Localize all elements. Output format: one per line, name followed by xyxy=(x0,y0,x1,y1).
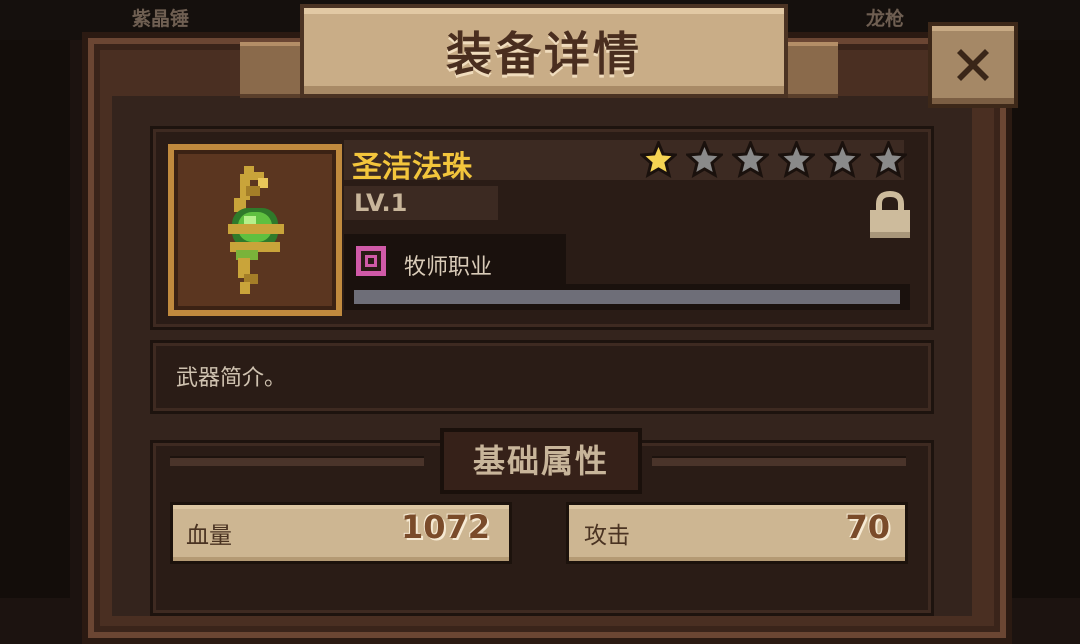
background-tab-right: 龙枪 xyxy=(866,8,905,30)
exp-bar-fill xyxy=(354,290,900,304)
background-tab-left: 紫晶锤 xyxy=(132,8,190,30)
stat-hp-value: 1072 xyxy=(400,508,490,546)
item-level: LV.1 xyxy=(354,189,408,217)
lock-icon[interactable] xyxy=(866,190,914,242)
attributes-title: 基础属性 xyxy=(472,442,609,480)
stat-attack-value: 70 xyxy=(845,508,890,546)
close-button[interactable] xyxy=(928,22,1018,108)
item-name: 圣洁法珠 xyxy=(352,150,472,185)
star-empty-icon xyxy=(686,141,723,178)
dialog-title: 装备详情 xyxy=(446,27,642,81)
star-filled-icon xyxy=(640,141,677,178)
stat-hp-label: 血量 xyxy=(186,523,232,549)
item-icon-frame xyxy=(168,144,342,316)
right-shadow xyxy=(1010,0,1080,598)
star-empty-icon xyxy=(732,141,769,178)
section-divider-right xyxy=(652,456,906,466)
star-rating xyxy=(640,141,907,178)
stat-attack-label: 攻击 xyxy=(584,523,630,549)
star-empty-icon xyxy=(824,141,861,178)
priest-class-icon xyxy=(356,246,386,276)
class-label: 牧师职业 xyxy=(404,255,493,280)
star-empty-icon xyxy=(870,141,907,178)
orb-staff-icon xyxy=(228,166,284,294)
star-empty-icon xyxy=(778,141,815,178)
title-banner: 装备详情 xyxy=(300,4,788,98)
item-description: 武器简介。 xyxy=(176,366,287,391)
left-shadow xyxy=(0,0,70,598)
section-divider-left xyxy=(170,456,424,466)
close-icon xyxy=(957,49,989,81)
